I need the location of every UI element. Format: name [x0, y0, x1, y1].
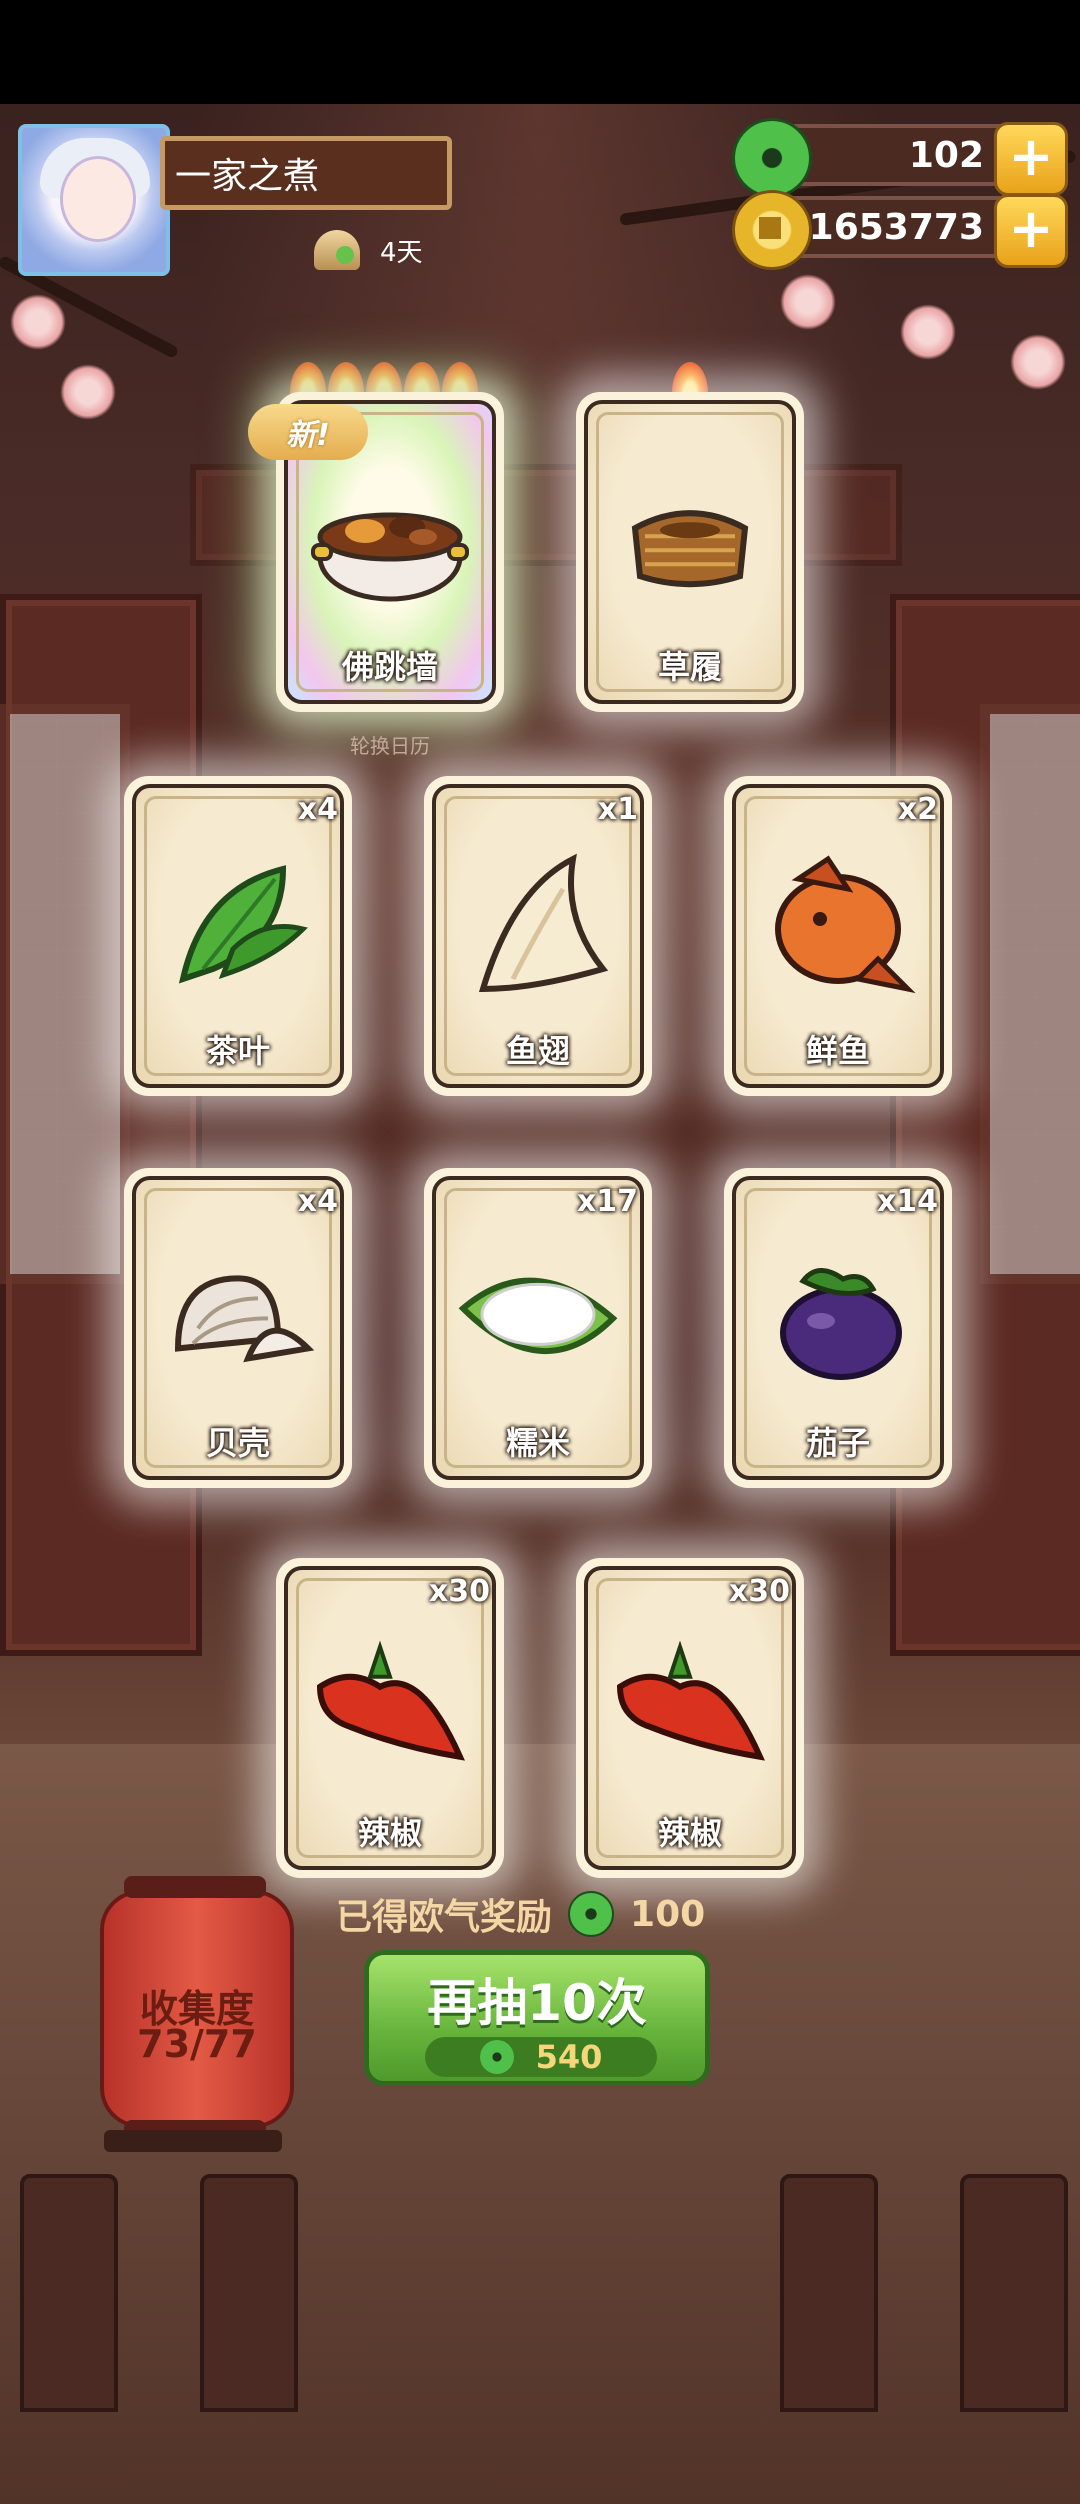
- tea-leaf-icon: [178, 865, 308, 984]
- reward-line: 已得欧气奖励 100: [336, 1888, 705, 1940]
- card-label: 茄子: [805, 1424, 870, 1462]
- cloche-icon: [314, 230, 360, 270]
- card-shark-fin[interactable]: x1 鱼翅: [424, 776, 652, 1096]
- fence-post: [960, 2174, 1068, 2412]
- avatar[interactable]: [18, 124, 170, 276]
- rotate-calendar-label: 轮换日历: [350, 734, 430, 758]
- blossom: [1010, 334, 1066, 390]
- blossom: [60, 364, 116, 420]
- glutinous-rice-icon: [458, 1277, 618, 1354]
- draw-cost: 540: [425, 2037, 657, 2077]
- card-eggplant[interactable]: x14 茄子: [724, 1168, 952, 1488]
- card-label: 佛跳墙: [341, 648, 438, 686]
- jade-currency: 102 +: [732, 118, 1068, 198]
- add-coins-button[interactable]: +: [994, 194, 1068, 268]
- card-clam-shell[interactable]: x4 贝壳: [124, 1168, 352, 1488]
- card-tea-leaf[interactable]: x4 茶叶: [124, 776, 352, 1096]
- card-label: 鲜鱼: [805, 1032, 870, 1070]
- new-badge: 新!: [248, 404, 368, 460]
- draw-cost-value: 540: [535, 2038, 603, 2076]
- coin-value: 1653773: [808, 207, 984, 248]
- card-featured-2[interactable]: 草履: [576, 392, 804, 712]
- card-quantity: x30: [428, 1574, 490, 1609]
- card-quantity: x2: [897, 792, 938, 827]
- card-label: 辣椒: [657, 1814, 722, 1852]
- add-jade-button[interactable]: +: [994, 122, 1068, 196]
- card-fresh-fish[interactable]: x2 鲜鱼: [724, 776, 952, 1096]
- status-bar: [0, 0, 1080, 104]
- blossom: [10, 294, 66, 350]
- reward-text: 已得欧气奖励: [336, 1897, 553, 1938]
- card-label: 茶叶: [205, 1032, 270, 1070]
- lantern-cap: [124, 1876, 266, 1898]
- coin-currency: 1653773 +: [732, 190, 1068, 270]
- card-label: 贝壳: [205, 1424, 270, 1462]
- fence-post: [20, 2174, 118, 2412]
- days-indicator: 4天: [314, 230, 423, 270]
- card-label: 辣椒: [357, 1814, 422, 1852]
- card-quantity: x1: [597, 792, 638, 827]
- card-chili-pepper-1[interactable]: x30 辣椒: [276, 1558, 504, 1878]
- card-quantity: x17: [576, 1184, 638, 1219]
- collection-progress: 73/77: [137, 2022, 257, 2066]
- lantern-stand: [104, 2130, 282, 2152]
- draw-again-button[interactable]: 再抽10次 540: [364, 1950, 710, 2086]
- straw-sandal-icon: [631, 510, 749, 588]
- reward-value: 100: [630, 1893, 706, 1935]
- buddha-jumps-over-wall-icon: [311, 512, 469, 602]
- blossom: [900, 304, 956, 360]
- jade-coin-icon: [479, 2040, 514, 2074]
- chili-pepper-icon: [616, 1640, 766, 1761]
- card-chili-pepper-2[interactable]: x30 辣椒: [576, 1558, 804, 1878]
- jade-value: 102: [908, 135, 984, 176]
- eggplant-icon: [780, 1268, 902, 1380]
- days-value: 4天: [380, 237, 423, 268]
- fence-post: [780, 2174, 878, 2412]
- card-quantity: x4: [297, 1184, 338, 1219]
- jade-coin-icon: [732, 118, 812, 198]
- shark-fin-icon: [478, 853, 609, 993]
- avatar-face: [60, 156, 136, 242]
- fresh-fish-icon: [775, 855, 916, 994]
- collection-lantern[interactable]: 收集度 73/77: [100, 1876, 294, 2142]
- player-name[interactable]: 一家之煮: [160, 136, 452, 210]
- jade-coin-icon: [568, 1891, 615, 1937]
- card-glutinous-rice[interactable]: x17 糯米: [424, 1168, 652, 1488]
- card-quantity: x4: [297, 792, 338, 827]
- chili-pepper-icon: [316, 1640, 466, 1761]
- left-window: [0, 704, 130, 1284]
- clam-shell-icon: [174, 1275, 315, 1363]
- card-label: 糯米: [505, 1424, 570, 1462]
- right-window: [980, 704, 1080, 1284]
- fence-post: [200, 2174, 298, 2412]
- card-quantity: x14: [876, 1184, 938, 1219]
- blossom: [780, 274, 836, 330]
- draw-button-label: 再抽10次: [427, 1974, 647, 2032]
- card-label: 鱼翅: [505, 1032, 570, 1070]
- card-label: 草履: [657, 648, 722, 686]
- card-quantity: x30: [728, 1574, 790, 1609]
- gold-coin-icon: [732, 190, 812, 270]
